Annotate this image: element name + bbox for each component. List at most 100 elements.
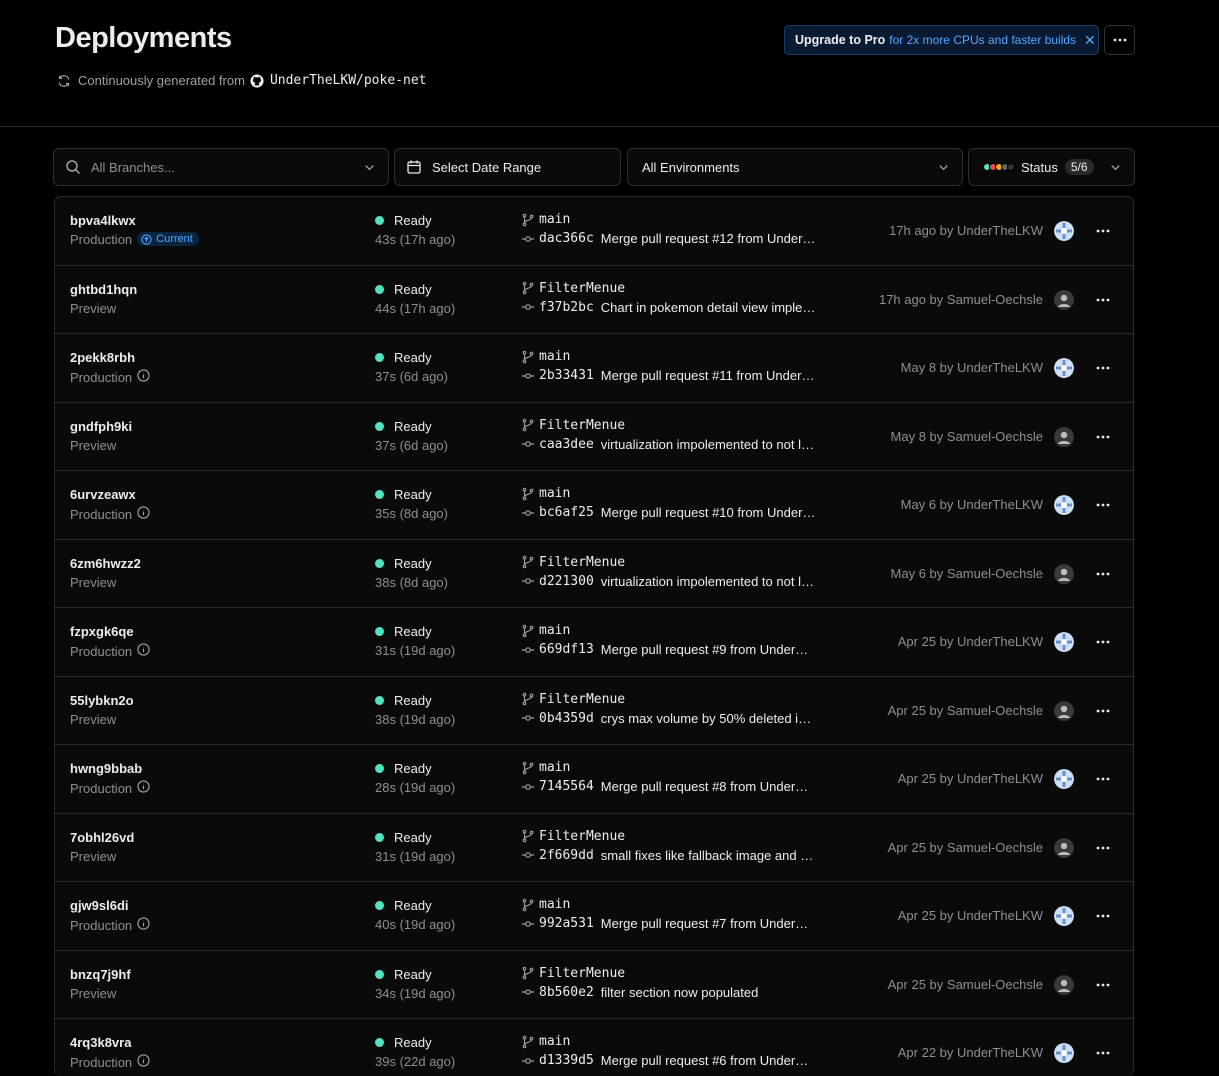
deployment-id[interactable]: bpva4lkwx <box>70 213 199 228</box>
branch-name[interactable]: main <box>539 349 570 364</box>
deployment-row[interactable]: hwng9bbab Production Ready 28s (19d ago)… <box>55 745 1133 814</box>
commit-hash[interactable]: 7145564 <box>539 779 594 794</box>
deployment-meta: May 6 by UnderTheLKW <box>900 497 1043 512</box>
branch-name[interactable]: FilterMenue <box>539 418 625 433</box>
branch-name[interactable]: main <box>539 212 570 227</box>
status-cell: Ready 37s (6d ago) <box>375 419 448 453</box>
commit-hash[interactable]: 8b560e2 <box>539 985 594 1000</box>
deployment-id[interactable]: ghtbd1hqn <box>70 282 137 297</box>
deployment-id[interactable]: 2pekk8rbh <box>70 350 150 365</box>
deployment-id[interactable]: 7obhl26vd <box>70 830 134 845</box>
branch-name[interactable]: main <box>539 486 570 501</box>
branch-name[interactable]: main <box>539 623 570 638</box>
row-more-button[interactable] <box>1093 1041 1113 1065</box>
info-icon[interactable] <box>137 506 150 519</box>
deployment-row[interactable]: 55lybkn2o Preview Ready 38s (19d ago) Fi… <box>55 677 1133 745</box>
commit-message[interactable]: Merge pull request #12 from UnderT… <box>601 231 816 246</box>
commit-message[interactable]: Chart in pokemon detail view imple… <box>601 300 816 315</box>
commit-hash[interactable]: caa3dee <box>539 437 594 452</box>
branch-name[interactable]: main <box>539 760 570 775</box>
deployment-row[interactable]: 2pekk8rbh Production Ready 37s (6d ago) … <box>55 334 1133 403</box>
row-more-button[interactable] <box>1093 836 1113 860</box>
deployment-id[interactable]: 55lybkn2o <box>70 693 134 708</box>
environment-filter[interactable]: All Environments <box>627 148 963 186</box>
branch-name[interactable]: FilterMenue <box>539 966 625 981</box>
info-icon[interactable] <box>137 917 150 930</box>
deployment-id[interactable]: 6zm6hwzz2 <box>70 556 141 571</box>
deployment-id-cell: bnzq7j9hf Preview <box>70 967 131 1001</box>
branch-name[interactable]: main <box>539 897 570 912</box>
row-more-button[interactable] <box>1093 219 1113 243</box>
commit-hash[interactable]: 0b4359d <box>539 711 594 726</box>
branch-name[interactable]: FilterMenue <box>539 829 625 844</box>
status-label: Ready <box>394 829 432 845</box>
deployment-row[interactable]: 7obhl26vd Preview Ready 31s (19d ago) Fi… <box>55 814 1133 882</box>
branch-name[interactable]: FilterMenue <box>539 555 625 570</box>
deployment-id[interactable]: 4rq3k8vra <box>70 1035 150 1050</box>
commit-hash[interactable]: 2b33431 <box>539 368 594 383</box>
commit-message[interactable]: Merge pull request #10 from UnderT… <box>601 505 816 520</box>
commit-hash[interactable]: 669df13 <box>539 642 594 657</box>
deployment-row[interactable]: ghtbd1hqn Preview Ready 44s (17h ago) Fi… <box>55 266 1133 334</box>
deployment-id[interactable]: hwng9bbab <box>70 761 150 776</box>
deployment-id[interactable]: 6urvzeawx <box>70 487 150 502</box>
info-icon[interactable] <box>137 780 150 793</box>
commit-message[interactable]: Merge pull request #8 from UnderTh… <box>601 779 816 794</box>
deployment-row[interactable]: bpva4lkwx Production Current Ready 43s (… <box>55 197 1133 266</box>
deployment-id[interactable]: fzpxgk6qe <box>70 624 150 639</box>
commit-hash[interactable]: bc6af25 <box>539 505 594 520</box>
row-more-button[interactable] <box>1093 973 1113 997</box>
repo-link[interactable]: UnderTheLKW/poke-net <box>270 73 427 88</box>
commit-icon <box>521 989 535 995</box>
status-filter[interactable]: Status 5/6 <box>968 148 1135 186</box>
row-more-button[interactable] <box>1093 288 1113 312</box>
deployment-row[interactable]: 4rq3k8vra Production Ready 39s (22d ago)… <box>55 1019 1133 1076</box>
deployment-row[interactable]: bnzq7j9hf Preview Ready 34s (19d ago) Fi… <box>55 951 1133 1019</box>
commit-message[interactable]: Merge pull request #9 from UnderTh… <box>601 642 816 657</box>
deployment-row[interactable]: 6urvzeawx Production Ready 35s (8d ago) … <box>55 471 1133 540</box>
deployment-id[interactable]: gndfph9ki <box>70 419 132 434</box>
commit-message[interactable]: crys max volume by 50% deleted im… <box>601 711 816 726</box>
branch-name[interactable]: FilterMenue <box>539 692 625 707</box>
commit-message[interactable]: virtualization impolemented to not l… <box>601 437 814 452</box>
commit-message[interactable]: filter section now populated <box>601 985 759 1000</box>
row-more-button[interactable] <box>1093 425 1113 449</box>
commit-hash[interactable]: 2f669dd <box>539 848 594 863</box>
deployment-id[interactable]: bnzq7j9hf <box>70 967 131 982</box>
row-more-button[interactable] <box>1093 699 1113 723</box>
upgrade-banner[interactable]: Upgrade to Pro for 2x more CPUs and fast… <box>784 25 1099 55</box>
duration: 28s (19d ago) <box>375 780 456 795</box>
row-more-button[interactable] <box>1093 356 1113 380</box>
deployment-row[interactable]: gjw9sl6di Production Ready 40s (19d ago)… <box>55 882 1133 951</box>
info-icon[interactable] <box>137 369 150 382</box>
date-range-filter[interactable]: Select Date Range <box>394 148 621 186</box>
row-more-button[interactable] <box>1093 562 1113 586</box>
close-icon[interactable]: ✕ <box>1084 32 1096 49</box>
info-icon[interactable] <box>137 643 150 656</box>
branch-name[interactable]: FilterMenue <box>539 281 625 296</box>
duration: 31s (19d ago) <box>375 848 456 864</box>
git-cell: main 2b33431 Merge pull request #11 from… <box>521 349 816 383</box>
commit-hash[interactable]: d221300 <box>539 574 594 589</box>
row-more-button[interactable] <box>1093 904 1113 928</box>
deployment-id[interactable]: gjw9sl6di <box>70 898 150 913</box>
row-more-button[interactable] <box>1093 493 1113 517</box>
commit-message[interactable]: Merge pull request #7 from UnderTh… <box>601 916 816 931</box>
row-more-button[interactable] <box>1093 630 1113 654</box>
commit-message[interactable]: virtualization impolemented to not l… <box>601 574 814 589</box>
branch-name[interactable]: main <box>539 1034 570 1049</box>
avatar-underthelkw-icon <box>1054 1043 1074 1063</box>
row-more-button[interactable] <box>1093 767 1113 791</box>
commit-message[interactable]: small fixes like fallback image and … <box>601 848 813 863</box>
deployment-row[interactable]: 6zm6hwzz2 Preview Ready 38s (8d ago) Fil… <box>55 540 1133 608</box>
source-prefix: Continuously generated from <box>78 73 245 88</box>
commit-hash[interactable]: f37b2bc <box>539 300 594 315</box>
commit-message[interactable]: Merge pull request #11 from UnderTh… <box>601 368 816 383</box>
deployment-row[interactable]: fzpxgk6qe Production Ready 31s (19d ago)… <box>55 608 1133 677</box>
deployment-row[interactable]: gndfph9ki Preview Ready 37s (6d ago) Fil… <box>55 403 1133 471</box>
commit-hash[interactable]: dac366c <box>539 231 594 246</box>
commit-hash[interactable]: 992a531 <box>539 916 594 931</box>
info-icon[interactable] <box>137 1054 150 1067</box>
header-more-button[interactable] <box>1104 25 1135 55</box>
branch-filter[interactable]: All Branches... <box>53 148 389 186</box>
